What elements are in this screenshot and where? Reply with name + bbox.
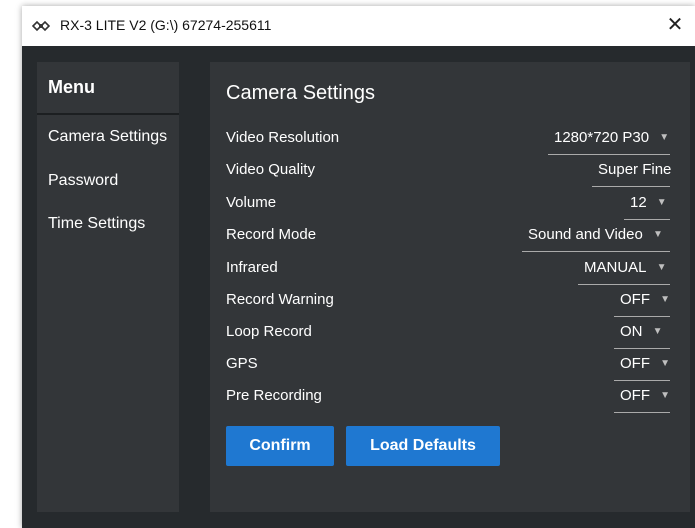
close-button[interactable]: ✕: [655, 6, 695, 46]
setting-row-gps: GPS OFF ▼: [226, 352, 670, 382]
setting-row-pre-recording: Pre Recording OFF ▼: [226, 384, 670, 414]
confirm-button[interactable]: Confirm: [226, 426, 334, 466]
app-logo-icon: [31, 17, 51, 35]
chevron-down-icon: ▼: [652, 326, 663, 337]
video-quality-select[interactable]: Super Fine: [592, 158, 672, 187]
title-bar: RX-3 LITE V2 (G:\) 67274-255611 ✕: [22, 6, 695, 46]
record-warning-select[interactable]: OFF ▼: [614, 288, 670, 317]
setting-label: Record Warning: [226, 291, 334, 308]
sidebar-item-password[interactable]: Password: [48, 172, 118, 190]
setting-value: 12: [630, 194, 647, 211]
loop-record-select[interactable]: ON ▼: [614, 320, 670, 349]
setting-value: OFF: [620, 291, 650, 308]
load-defaults-button[interactable]: Load Defaults: [346, 426, 500, 466]
setting-value: Super Fine: [598, 161, 672, 178]
chevron-down-icon: ▼: [656, 262, 667, 273]
settings-panel: Camera Settings Video Resolution 1280*72…: [210, 62, 690, 512]
record-mode-select[interactable]: Sound and Video ▼: [522, 223, 670, 252]
setting-value: 1280*720 P30: [554, 129, 650, 146]
setting-row-loop-record: Loop Record ON ▼: [226, 320, 670, 350]
setting-value: ON: [620, 323, 643, 340]
page-title: Camera Settings: [226, 82, 375, 104]
chevron-down-icon: ▼: [660, 358, 670, 369]
setting-label: GPS: [226, 355, 258, 372]
chevron-down-icon: ▼: [656, 197, 667, 208]
menu-title: Menu: [48, 77, 95, 97]
window-title: RX-3 LITE V2 (G:\) 67274-255611: [60, 17, 272, 33]
close-icon[interactable]: ✕: [667, 14, 684, 36]
gps-select[interactable]: OFF ▼: [614, 352, 670, 381]
setting-row-infrared: Infrared MANUAL ▼: [226, 256, 670, 286]
setting-row-video-quality: Video Quality Super Fine: [226, 158, 672, 188]
setting-row-record-mode: Record Mode Sound and Video ▼: [226, 223, 670, 253]
setting-row-record-warning: Record Warning OFF ▼: [226, 288, 670, 318]
sidebar-item-time-settings[interactable]: Time Settings: [48, 215, 145, 233]
setting-label: Volume: [226, 194, 277, 211]
setting-value: OFF: [620, 387, 650, 404]
pre-recording-select[interactable]: OFF ▼: [614, 384, 670, 413]
setting-value: OFF: [620, 355, 650, 372]
setting-label: Pre Recording: [226, 387, 322, 404]
chevron-down-icon: ▼: [660, 294, 670, 305]
chevron-down-icon: ▼: [660, 390, 670, 401]
video-resolution-select[interactable]: 1280*720 P30 ▼: [548, 126, 670, 155]
sidebar-item-camera-settings[interactable]: Camera Settings: [48, 128, 167, 146]
setting-label: Video Resolution: [226, 129, 340, 146]
app-window: RX-3 LITE V2 (G:\) 67274-255611 ✕ Menu C…: [22, 6, 695, 528]
chevron-down-icon: ▼: [659, 132, 670, 143]
setting-row-volume: Volume 12 ▼: [226, 191, 670, 221]
infrared-select[interactable]: MANUAL ▼: [578, 256, 670, 285]
setting-value: MANUAL: [584, 259, 647, 276]
setting-value: Sound and Video: [528, 226, 643, 243]
setting-label: Loop Record: [226, 323, 312, 340]
sidebar-menu: Menu Camera Settings Password Time Setti…: [37, 62, 179, 512]
menu-divider: [37, 113, 179, 115]
setting-row-video-resolution: Video Resolution 1280*720 P30 ▼: [226, 126, 670, 156]
volume-select[interactable]: 12 ▼: [624, 191, 670, 220]
setting-label: Video Quality: [226, 161, 315, 178]
chevron-down-icon: ▼: [652, 229, 663, 240]
setting-label: Infrared: [226, 259, 278, 276]
setting-label: Record Mode: [226, 226, 317, 243]
